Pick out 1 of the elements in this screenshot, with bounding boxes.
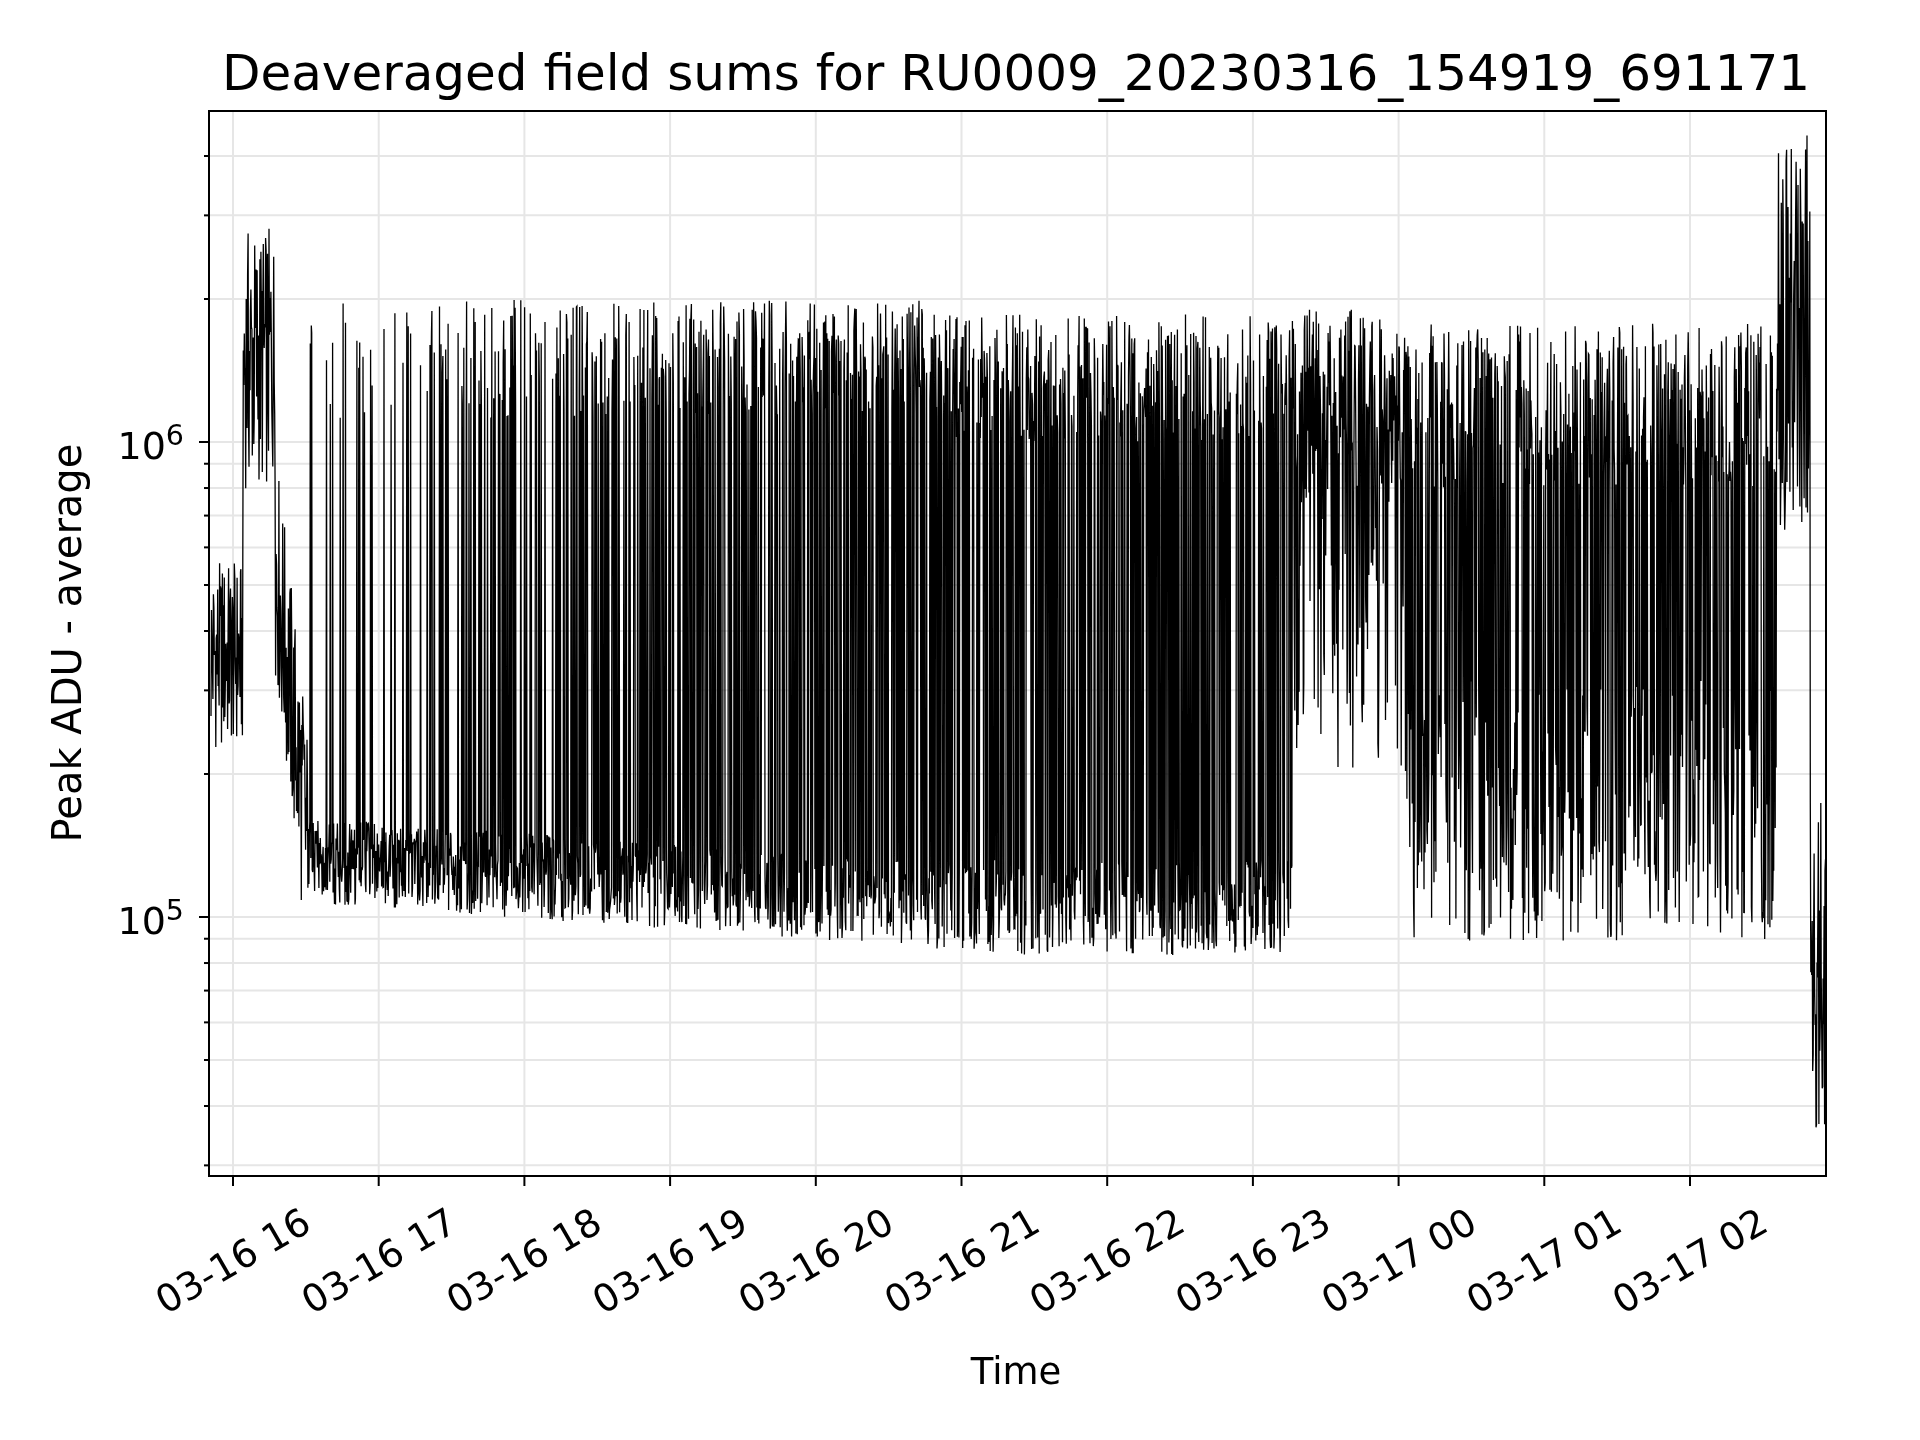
x-axis-label: Time [970, 1352, 1062, 1390]
